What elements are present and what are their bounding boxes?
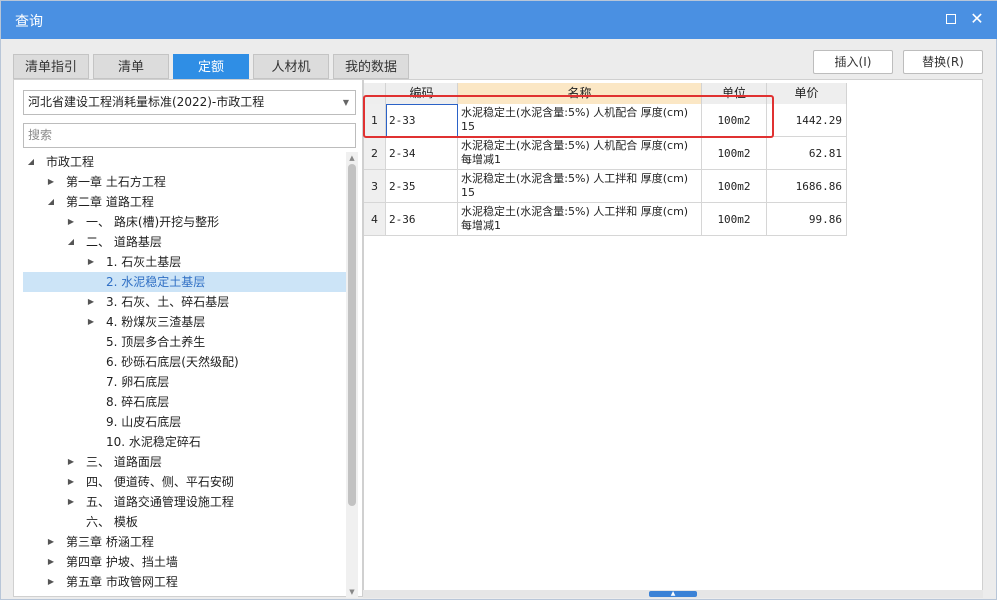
standard-select-value: 河北省建设工程消耗量标准(2022)-市政工程: [28, 95, 265, 109]
tree-item[interactable]: ▶ 第一章 土石方工程: [23, 172, 346, 192]
chapter-tree: ◢ 市政工程 ▶ 第一章 土石方工程 ◢ 第二章 道路工程 ▶ 一、 路床(槽)开挖与整…: [23, 152, 346, 598]
tree-item[interactable]: 6. 砂砾石底层(天然级配): [23, 352, 346, 372]
query-window: 查询 ✕ 清单指引 清单 定额 人材机 我的数据 插入(I) 替换(R) 河北省…: [0, 0, 997, 600]
tree-item[interactable]: 5. 顶层多合土养生: [23, 332, 346, 352]
collapsed-icon[interactable]: ▶: [85, 312, 97, 332]
tree-item[interactable]: ▶ 一、 路床(槽)开挖与整形: [23, 212, 346, 232]
cell-code[interactable]: 2-35: [386, 170, 458, 203]
tab-bill-guide[interactable]: 清单指引: [13, 54, 89, 79]
collapsed-icon[interactable]: ▶: [45, 532, 57, 552]
window-title: 查询: [15, 14, 43, 30]
collapsed-icon[interactable]: ▶: [45, 572, 57, 592]
insert-button[interactable]: 插入(I): [813, 50, 893, 74]
tree-item[interactable]: ▶ 3. 石灰、土、碎石基层: [23, 292, 346, 312]
collapsed-icon[interactable]: ▶: [45, 552, 57, 572]
tree-item-selected[interactable]: 2. 水泥稳定土基层: [23, 272, 346, 292]
cell-name[interactable]: 水泥稳定土(水泥含量:5%) 人工拌和 厚度(cm) 每增减1: [458, 203, 702, 236]
row-index[interactable]: 4: [364, 203, 386, 236]
tree-item[interactable]: ◢ 第二章 道路工程: [23, 192, 346, 212]
cell-name[interactable]: 水泥稳定土(水泥含量:5%) 人机配合 厚度(cm) 每增减1: [458, 137, 702, 170]
tab-bill[interactable]: 清单: [93, 54, 169, 79]
tree-item[interactable]: ▶ 4. 粉煤灰三渣基层: [23, 312, 346, 332]
cell-unit[interactable]: 100m2: [702, 170, 767, 203]
tree-scrollbar[interactable]: ▲ ▼: [346, 152, 358, 598]
cell-name[interactable]: 水泥稳定土(水泥含量:5%) 人机配合 厚度(cm) 15: [458, 104, 702, 137]
title-bar[interactable]: 查询 ✕: [1, 1, 997, 39]
collapsed-icon[interactable]: ▶: [85, 292, 97, 312]
collapsed-icon[interactable]: ▶: [85, 252, 97, 272]
tree-item[interactable]: ▶ 第四章 护坡、挡土墙: [23, 552, 346, 572]
quota-grid: 编码 名称 单位 单价 1 2-33 水泥稳定土(水泥含量:5%) 人机配合 厚…: [363, 79, 983, 597]
column-header-unit[interactable]: 单位: [702, 83, 767, 105]
cell-code[interactable]: 2-34: [386, 137, 458, 170]
collapsed-icon[interactable]: ▶: [65, 492, 77, 512]
maximize-icon[interactable]: [941, 9, 961, 29]
scroll-up-icon[interactable]: ▲: [346, 153, 358, 163]
splitter-handle[interactable]: ▲: [649, 591, 697, 597]
cell-price[interactable]: 99.86: [767, 203, 847, 236]
tree-item[interactable]: 8. 碎石底层: [23, 392, 346, 412]
search-input[interactable]: 搜索: [23, 123, 356, 148]
replace-button[interactable]: 替换(R): [903, 50, 983, 74]
tree-item[interactable]: ▶ 四、 便道砖、侧、平石安砌: [23, 472, 346, 492]
cell-unit[interactable]: 100m2: [702, 203, 767, 236]
column-header-price[interactable]: 单价: [767, 83, 847, 105]
tree-item[interactable]: ◢ 二、 道路基层: [23, 232, 346, 252]
tree-item[interactable]: ▶ 1. 石灰土基层: [23, 252, 346, 272]
tree-item[interactable]: ◢ 市政工程: [23, 152, 346, 172]
tree-item[interactable]: 7. 卵石底层: [23, 372, 346, 392]
collapsed-icon[interactable]: ▶: [65, 452, 77, 472]
close-icon[interactable]: ✕: [967, 9, 987, 29]
tree-item[interactable]: 10. 水泥稳定碎石: [23, 432, 346, 452]
collapsed-icon[interactable]: ▶: [45, 172, 57, 192]
cell-unit[interactable]: 100m2: [702, 137, 767, 170]
column-header-name[interactable]: 名称: [458, 83, 702, 105]
row-header-corner: [364, 83, 386, 105]
tab-my-data[interactable]: 我的数据: [333, 54, 409, 79]
tree-item[interactable]: 9. 山皮石底层: [23, 412, 346, 432]
cell-price[interactable]: 1442.29: [767, 104, 847, 137]
collapsed-icon[interactable]: ▶: [65, 212, 77, 232]
expanded-icon[interactable]: ◢: [65, 232, 77, 252]
tree-item[interactable]: ▶ 五、 道路交通管理设施工程: [23, 492, 346, 512]
tree-item[interactable]: ▶ 第三章 桥涵工程: [23, 532, 346, 552]
left-panel: 河北省建设工程消耗量标准(2022)-市政工程 ▼ 搜索 ◢ 市政工程 ▶ 第一章 …: [13, 79, 363, 598]
row-index[interactable]: 2: [364, 137, 386, 170]
scrollbar-thumb[interactable]: [348, 164, 356, 506]
expanded-icon[interactable]: ◢: [45, 192, 57, 212]
cell-unit[interactable]: 100m2: [702, 104, 767, 137]
tab-quota[interactable]: 定额: [173, 54, 249, 79]
cell-name[interactable]: 水泥稳定土(水泥含量:5%) 人工拌和 厚度(cm) 15: [458, 170, 702, 203]
tab-labor-material-machine[interactable]: 人材机: [253, 54, 329, 79]
expanded-icon[interactable]: ◢: [25, 152, 37, 172]
scroll-down-icon[interactable]: ▼: [346, 587, 358, 597]
cell-code[interactable]: 2-36: [386, 203, 458, 236]
column-header-code[interactable]: 编码: [386, 83, 458, 105]
cell-code[interactable]: 2-33: [386, 104, 458, 137]
row-index[interactable]: 3: [364, 170, 386, 203]
tree-item[interactable]: 六、 模板: [23, 512, 346, 532]
tree-item[interactable]: ▶ 三、 道路面层: [23, 452, 346, 472]
tree-item[interactable]: ▶ 第五章 市政管网工程: [23, 572, 346, 592]
collapsed-icon[interactable]: ▶: [65, 472, 77, 492]
chevron-down-icon[interactable]: ▼: [343, 91, 349, 114]
cell-price[interactable]: 62.81: [767, 137, 847, 170]
cell-price[interactable]: 1686.86: [767, 170, 847, 203]
standard-select[interactable]: 河北省建设工程消耗量标准(2022)-市政工程 ▼: [23, 90, 356, 115]
row-index[interactable]: 1: [364, 104, 386, 137]
